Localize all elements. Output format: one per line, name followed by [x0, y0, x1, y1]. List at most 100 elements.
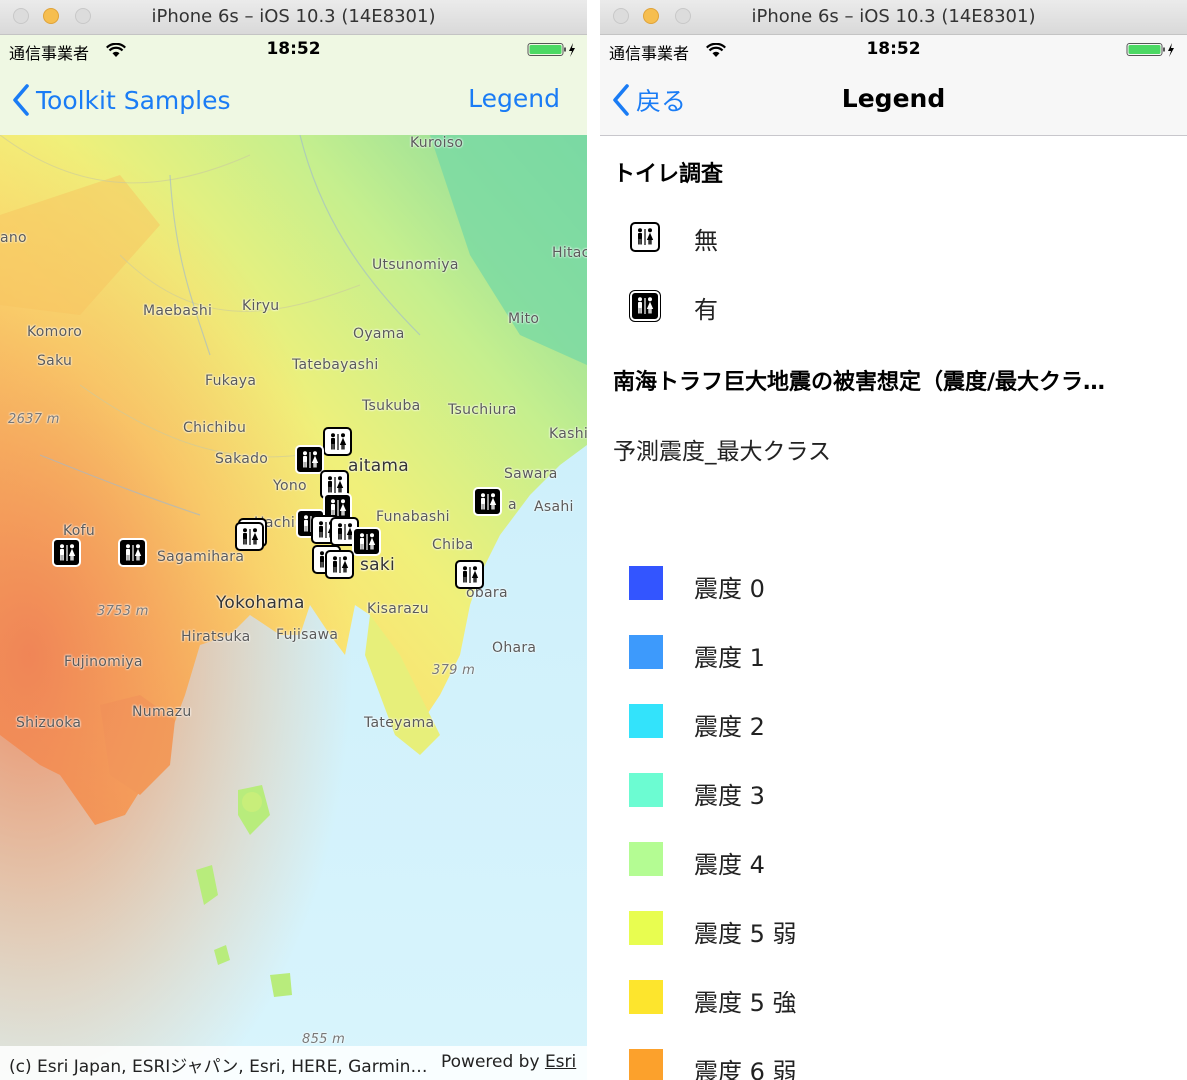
nav-title: Legend	[841, 84, 946, 113]
legend-item-intensity: 震度 3	[600, 773, 1187, 813]
chevron-left-icon	[13, 84, 29, 116]
map-place-label: Kisarazu	[367, 601, 429, 617]
toilet-marker-icon[interactable]	[455, 560, 484, 589]
color-swatch	[629, 911, 663, 945]
legend-item-label: 震度 6 弱	[694, 1058, 797, 1080]
legend-item-intensity: 震度 4	[600, 842, 1187, 882]
map-place-label: Sawara	[504, 466, 558, 482]
status-bar: 通信事業者 18:52	[0, 35, 587, 65]
map-place-label: a	[508, 497, 517, 513]
legend-item-label: 震度 5 弱	[694, 920, 797, 948]
map-place-label: Yono	[273, 478, 307, 494]
status-bar: 通信事業者 18:52	[600, 35, 1187, 65]
simulator-window-map: iPhone 6s – iOS 10.3 (14E8301) 通信事業者 18:…	[0, 0, 587, 1080]
legend-item-toilet: 無	[600, 218, 1187, 258]
legend-button[interactable]: Legend	[468, 84, 560, 113]
map-view[interactable]: Kuroiso ano Hitac Utsunomiya Maebashi Kiryu Mi…	[0, 135, 587, 1080]
map-place-label: Funabashi	[376, 509, 450, 525]
map-place-label: Fujisawa	[276, 627, 339, 643]
map-place-label: ano	[0, 230, 27, 246]
status-time: 18:52	[866, 39, 921, 59]
map-place-label: saki	[360, 555, 396, 575]
legend-item-toilet: 有	[600, 287, 1187, 327]
map-place-label: 3753 m	[97, 604, 149, 619]
attribution-text: (c) Esri Japan, ESRIジャパン, Esri, HERE, Ga…	[9, 1057, 428, 1077]
map-place-label: Kuroiso	[410, 135, 464, 151]
battery-charging-icon	[1126, 42, 1180, 62]
map-place-label: Kiryu	[242, 298, 280, 314]
legend-item-intensity: 震度 0	[600, 566, 1187, 606]
legend-item-label: 震度 0	[694, 575, 765, 603]
back-button-label: Toolkit Samples	[36, 85, 231, 115]
map-place-label: Tsuchiura	[448, 402, 517, 418]
map-place-label: Utsunomiya	[372, 257, 459, 273]
back-button[interactable]: Toolkit Samples	[12, 83, 231, 117]
map-place-label: 2637 m	[8, 412, 60, 427]
legend-item-label: 震度 3	[694, 782, 765, 810]
map-place-label: Yokohama	[216, 593, 305, 613]
map-place-label: Mito	[508, 311, 540, 327]
legend-item-intensity: 震度 5 弱	[600, 911, 1187, 951]
map-place-label: Shizuoka	[16, 715, 82, 731]
legend-layer-title-earthquake: 南海トラフ巨大地震の被害想定（震度/最大クラ…	[613, 370, 1106, 395]
toilet-marker-icon[interactable]	[323, 427, 352, 456]
map-place-label: Sagamihara	[157, 549, 245, 565]
window-title: iPhone 6s – iOS 10.3 (14E8301)	[751, 6, 1036, 27]
toilet-marker-icon[interactable]	[235, 522, 264, 551]
map-place-label: Saku	[37, 353, 73, 369]
toilet-marker-icon[interactable]	[325, 550, 354, 579]
toilet-marker-icon[interactable]	[52, 538, 81, 567]
toilet-marker-icon[interactable]	[352, 527, 381, 556]
map-place-label: Ohara	[492, 640, 537, 656]
map-place-label: Chiba	[432, 537, 474, 553]
map-place-label: Oyama	[353, 326, 405, 342]
toilet-marker-icon[interactable]	[473, 487, 502, 516]
restroom-icon	[630, 291, 660, 321]
battery-charging-icon	[527, 42, 581, 62]
legend-item-intensity: 震度 5 強	[600, 980, 1187, 1020]
toilet-marker-icon[interactable]	[295, 445, 324, 474]
map-place-label: Numazu	[132, 704, 192, 720]
navigation-bar: 戻る Legend	[600, 65, 1187, 136]
map-place-label: Fujinomiya	[64, 654, 143, 670]
map-place-label: Fukaya	[205, 373, 257, 389]
color-swatch	[629, 566, 663, 600]
color-swatch	[629, 1049, 663, 1080]
restroom-icon	[630, 222, 660, 252]
navigation-bar: Toolkit Samples Legend	[0, 65, 587, 135]
legend-item-intensity: 震度 2	[600, 704, 1187, 744]
legend-layer-title-toilet-survey: トイレ調査	[613, 162, 724, 187]
legend-item-label: 震度 5 強	[694, 989, 797, 1017]
color-swatch	[629, 635, 663, 669]
map-place-label: Tatebayashi	[292, 357, 379, 373]
map-place-label: Hitac	[552, 245, 587, 261]
status-time: 18:52	[266, 39, 321, 59]
legend-item-intensity: 震度 1	[600, 635, 1187, 675]
map-place-label: Asahi	[534, 499, 574, 515]
legend-item-label: 無	[694, 227, 718, 255]
legend-item-label: 震度 2	[694, 713, 765, 741]
color-swatch	[629, 842, 663, 876]
map-place-label: Tateyama	[364, 715, 435, 731]
map-place-label: Kashi	[549, 426, 587, 442]
window-titlebar: iPhone 6s – iOS 10.3 (14E8301)	[0, 0, 587, 35]
toilet-marker-icon[interactable]	[118, 538, 147, 567]
map-place-label: Maebashi	[143, 303, 213, 319]
map-place-label: Sakado	[215, 451, 269, 467]
simulator-window-legend: iPhone 6s – iOS 10.3 (14E8301) 通信事業者 18:…	[600, 0, 1187, 1080]
legend-item-intensity: 震度 6 弱	[600, 1049, 1187, 1080]
map-place-label: aitama	[348, 456, 410, 476]
map-place-label: 855 m	[302, 1032, 346, 1047]
window-title: iPhone 6s – iOS 10.3 (14E8301)	[151, 6, 436, 27]
map-place-label: Tsukuba	[362, 398, 421, 414]
map-place-label: Kofu	[63, 523, 96, 539]
esri-link[interactable]: Esri	[545, 1052, 576, 1072]
window-titlebar: iPhone 6s – iOS 10.3 (14E8301)	[600, 0, 1187, 35]
attribution-bar: (c) Esri Japan, ESRIジャパン, Esri, HERE, Ga…	[0, 1046, 587, 1080]
legend-sublayer-title: 予測震度_最大クラス	[613, 439, 832, 465]
map-place-label: Chichibu	[183, 420, 247, 436]
map-place-label: Hiratsuka	[181, 629, 251, 645]
color-swatch	[629, 980, 663, 1014]
color-swatch	[629, 773, 663, 807]
legend-item-label: 震度 4	[694, 851, 765, 879]
